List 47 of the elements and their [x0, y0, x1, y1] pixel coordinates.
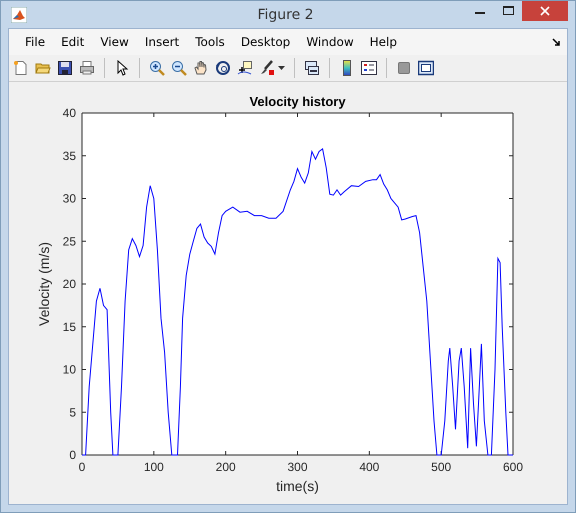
y-tick-label: 10 — [62, 362, 76, 376]
close-button[interactable] — [522, 1, 568, 21]
menu-item[interactable]: Tools — [187, 35, 233, 49]
caret-icon[interactable] — [278, 66, 285, 70]
x-tick-label: 400 — [359, 460, 380, 474]
x-tick-label: 500 — [431, 460, 452, 474]
window-title: Figure 2 — [256, 6, 315, 22]
chart-title: Velocity history — [249, 94, 346, 109]
printer-icon[interactable] — [79, 60, 95, 76]
square-icon[interactable] — [396, 60, 412, 76]
menu-item[interactable]: Desktop — [232, 35, 298, 49]
save-icon[interactable] — [57, 60, 73, 76]
legend-icon[interactable] — [361, 60, 377, 76]
zoom-in-icon[interactable] — [149, 60, 165, 76]
data-cursor-icon[interactable] — [237, 60, 253, 76]
x-tick-label: 100 — [144, 460, 164, 474]
brush-icon[interactable] — [259, 60, 275, 76]
x-tick-label: 0 — [78, 460, 86, 474]
y-tick-label: 35 — [62, 148, 76, 163]
y-tick-label: 20 — [62, 277, 76, 291]
y-axis-label: Velocity (m/s) — [36, 242, 52, 326]
x-tick-label: 600 — [502, 460, 524, 474]
close-icon — [540, 6, 550, 16]
menu-item[interactable]: Help — [362, 35, 405, 49]
menu-item[interactable]: View — [92, 35, 137, 49]
window-frame-icon[interactable] — [418, 60, 434, 76]
x-tick-label: 200 — [216, 460, 236, 474]
peaks-logo-icon — [11, 6, 27, 22]
menu-item[interactable]: Insert — [136, 35, 188, 49]
y-tick-label: 5 — [69, 405, 76, 420]
y-tick-label: 25 — [62, 234, 76, 248]
menu-item[interactable]: File — [17, 35, 54, 49]
y-tick-label: 0 — [69, 448, 76, 462]
dock-arrow-icon[interactable] — [552, 38, 561, 46]
x-tick-label: 300 — [287, 460, 308, 474]
maximize-icon — [502, 6, 514, 16]
zoom-out-icon[interactable] — [171, 60, 187, 76]
x-axis-label: time(s) — [276, 478, 319, 494]
linked-windows-icon[interactable] — [304, 60, 320, 76]
rotate-icon[interactable] — [215, 60, 231, 76]
new-file-icon[interactable] — [13, 60, 29, 76]
hand-icon[interactable] — [193, 60, 209, 76]
menu-item[interactable]: Window — [298, 35, 362, 49]
y-tick-label: 15 — [62, 320, 76, 334]
y-tick-label: 40 — [62, 106, 76, 120]
y-tick-label: 30 — [62, 192, 76, 206]
menu-item[interactable]: Edit — [53, 35, 92, 49]
